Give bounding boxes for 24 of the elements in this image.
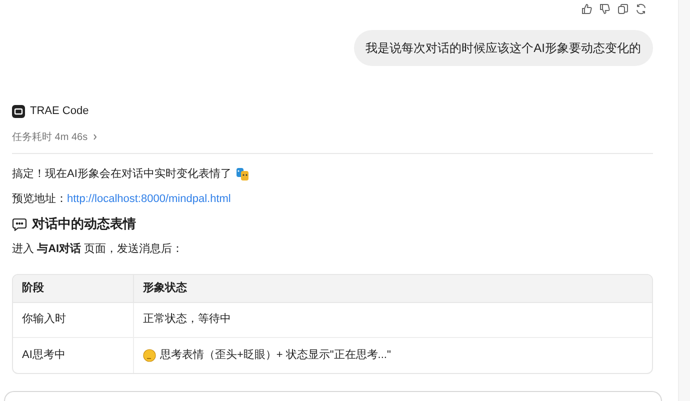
assistant-name: TRAE Code	[30, 104, 89, 119]
chat-input-box[interactable]	[4, 391, 662, 401]
column-header: 形象状态	[142, 280, 188, 296]
preview-link[interactable]: http://localhost:8000/mindpal.html	[67, 192, 231, 205]
message-text: 搞定！现在AI形象会在对话中实时变化表情了	[12, 166, 232, 182]
message-text: 进入 与AI对话 页面，发送消息后：	[12, 242, 184, 257]
thinking-face-icon	[143, 348, 156, 362]
table-cell-text: 正常状态，等待中	[143, 312, 231, 328]
chat-bubble-icon	[12, 218, 27, 230]
copy-icon[interactable]	[617, 3, 629, 15]
thumbs-down-icon[interactable]	[599, 3, 611, 15]
robot-logo-icon	[12, 104, 25, 118]
refresh-icon[interactable]	[635, 3, 647, 15]
task-duration-toggle[interactable]: 任务耗时 4m 46s	[12, 130, 98, 144]
theater-masks-icon	[236, 167, 250, 181]
table-cell-text: 思考表情（歪头+眨眼）+ 状态显示"正在思考..."	[160, 348, 391, 363]
column-header: 阶段	[13, 274, 134, 302]
thumbs-up-icon[interactable]	[581, 3, 593, 15]
user-message-bubble: 我是说每次对话的时候应该这个AI形象要动态变化的	[354, 30, 653, 66]
chevron-icon	[92, 133, 98, 141]
table-cell-text: AI思考中	[22, 348, 66, 363]
table-cell-text: 你输入时	[22, 312, 66, 328]
preview-address-text: 预览地址：http://localhost:8000/mindpal.html	[12, 192, 231, 207]
section-heading: 对话中的动态表情	[32, 215, 136, 234]
